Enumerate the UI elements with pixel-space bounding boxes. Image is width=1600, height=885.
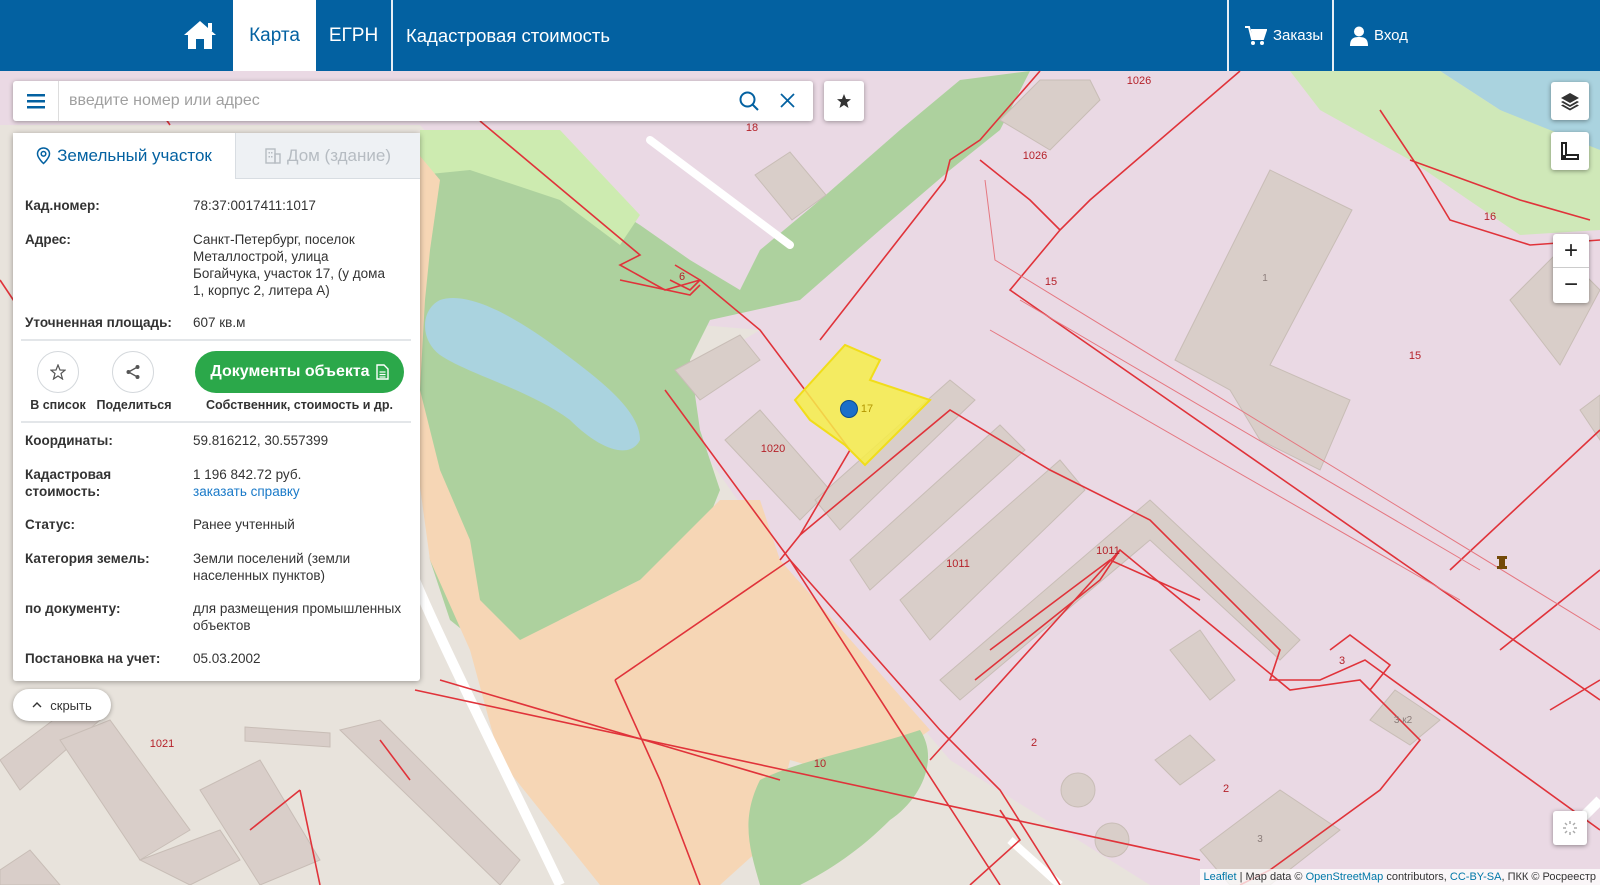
home-icon[interactable] — [180, 17, 220, 53]
divider — [21, 421, 411, 423]
building-number: 3 к2 — [1394, 715, 1413, 726]
location-marker[interactable] — [840, 400, 858, 418]
field-label: Постановка на учет: — [25, 651, 161, 666]
cart-icon — [1245, 25, 1267, 45]
parcel-label: 10 — [814, 758, 826, 770]
field-label: Адрес: — [25, 232, 71, 247]
favorites-button[interactable] — [824, 81, 864, 121]
clear-icon[interactable] — [780, 93, 795, 113]
share-icon — [126, 365, 140, 379]
object-documents-subtitle: Собственник, стоимость и др. — [206, 398, 393, 412]
tab-egrn[interactable]: ЕГРН — [316, 0, 391, 71]
parcel-label: 18 — [746, 122, 758, 134]
tab-building-label: Дом (здание) — [286, 145, 392, 165]
field-label: Категория земель: — [25, 551, 150, 566]
field-value: 607 кв.м — [193, 315, 246, 330]
parcel-label: 1011 — [946, 558, 970, 570]
parcel-label: 1011 — [1096, 545, 1120, 557]
object-documents-button[interactable]: Документы объекта — [195, 351, 404, 393]
parcel-label: 15 — [1409, 350, 1421, 362]
field-value: Санкт-Петербург, поселок Металлострой, у… — [193, 232, 385, 298]
login-label: Вход — [1374, 27, 1408, 44]
parcel-label: 1020 — [761, 443, 785, 455]
divider — [21, 339, 411, 341]
chevron-up-icon — [32, 702, 42, 708]
map-pin-icon — [36, 147, 51, 165]
order-certificate-link[interactable]: заказать справку — [193, 483, 408, 500]
search-bar — [13, 81, 813, 121]
hide-panel-button[interactable]: скрыть — [13, 689, 111, 721]
add-to-list-label: В список — [30, 398, 86, 412]
attribution-text: contributors, — [1383, 871, 1450, 883]
panel-tabs: Земельный участок Дом (здание) — [13, 133, 420, 179]
leaflet-link[interactable]: Leaflet — [1204, 871, 1237, 883]
parcel-label: 3 — [1339, 655, 1345, 667]
field-label: Координаты: — [25, 433, 113, 448]
field-label: Кадастровая стоимость: — [25, 467, 112, 499]
parcel-label: 1026 — [1127, 75, 1151, 87]
map-attribution: Leaflet | Map data © OpenStreetMap contr… — [1199, 869, 1600, 885]
cadastral-number-link[interactable]: 78:37:0017411:1017 — [193, 197, 408, 214]
parcel-label: 6 — [679, 271, 685, 283]
orders-label: Заказы — [1273, 27, 1324, 44]
layers-icon — [1561, 93, 1579, 111]
building-number: 3 — [1257, 834, 1263, 845]
attribution-text: , ПКК © Росреестр — [1501, 871, 1596, 883]
field-value: для размещения промышленных объектов — [193, 601, 402, 633]
attribution-text: | Map data © — [1236, 871, 1306, 883]
parcel-label: 1026 — [1023, 150, 1047, 162]
field-value: 1 196 842.72 руб. заказать справку — [193, 466, 408, 500]
zoom-in-button[interactable]: + — [1553, 234, 1589, 268]
tab-land-parcel[interactable]: Земельный участок — [13, 133, 235, 179]
parcel-label: 17 — [861, 403, 873, 415]
building-icon — [265, 147, 281, 164]
field-label: Кад.номер: — [25, 198, 100, 213]
top-navigation-bar: Карта ЕГРН Кадастровая стоимость Заказы … — [0, 0, 1600, 71]
field-label: Уточненная площадь: — [25, 315, 172, 330]
tab-building[interactable]: Дом (здание) — [235, 133, 420, 179]
search-icon[interactable] — [739, 91, 759, 116]
share-label: Поделиться — [96, 398, 172, 412]
hide-panel-label: скрыть — [50, 697, 92, 713]
tab-cadastral-value[interactable]: Кадастровая стоимость — [393, 0, 623, 71]
object-documents-label: Документы объекта — [210, 363, 370, 380]
parcel-label: 1021 — [150, 738, 174, 750]
add-to-list-button[interactable] — [37, 351, 79, 393]
parcel-label: 2 — [1223, 783, 1229, 795]
field-value: Ранее учтенный — [193, 517, 295, 532]
share-button[interactable] — [112, 351, 154, 393]
field-label: по документу: — [25, 601, 121, 616]
orders-button[interactable]: Заказы — [1245, 0, 1323, 71]
ruler-icon — [1561, 142, 1579, 160]
building-number: 1 — [1262, 273, 1268, 284]
zoom-out-button[interactable]: − — [1553, 268, 1589, 302]
osm-link[interactable]: OpenStreetMap — [1306, 871, 1384, 883]
loading-spinner-icon — [1563, 821, 1577, 835]
login-button[interactable]: Вход — [1350, 0, 1408, 71]
star-icon — [837, 94, 851, 108]
star-outline-icon — [50, 364, 66, 380]
tab-land-parcel-label: Земельный участок — [57, 146, 212, 165]
parcel-label: 2 — [1031, 737, 1037, 749]
parcel-label: 16 — [1484, 211, 1496, 223]
measure-button[interactable] — [1551, 132, 1589, 170]
field-value: 59.816212, 30.557399 — [193, 433, 329, 448]
parcel-label: 15 — [1045, 276, 1057, 288]
zoom-control: + − — [1553, 234, 1589, 303]
nav-divider — [1227, 0, 1229, 71]
menu-icon[interactable] — [13, 81, 59, 121]
field-label: Статус: — [25, 517, 75, 532]
field-value: Земли поселений (земли населенных пункто… — [193, 551, 351, 583]
parcel-info-panel: Земельный участок Дом (здание) Кад.номер… — [13, 133, 420, 681]
tab-map[interactable]: Карта — [233, 0, 316, 71]
nav-divider — [1332, 0, 1334, 71]
field-value: 05.03.2002 — [193, 651, 261, 666]
fullscreen-button[interactable] — [1553, 811, 1587, 845]
document-icon — [375, 364, 389, 380]
user-icon — [1350, 26, 1368, 46]
cost-value: 1 196 842.72 руб. — [193, 467, 302, 482]
layers-button[interactable] — [1551, 82, 1589, 120]
license-link[interactable]: CC-BY-SA — [1450, 871, 1502, 883]
search-input[interactable] — [69, 87, 739, 115]
